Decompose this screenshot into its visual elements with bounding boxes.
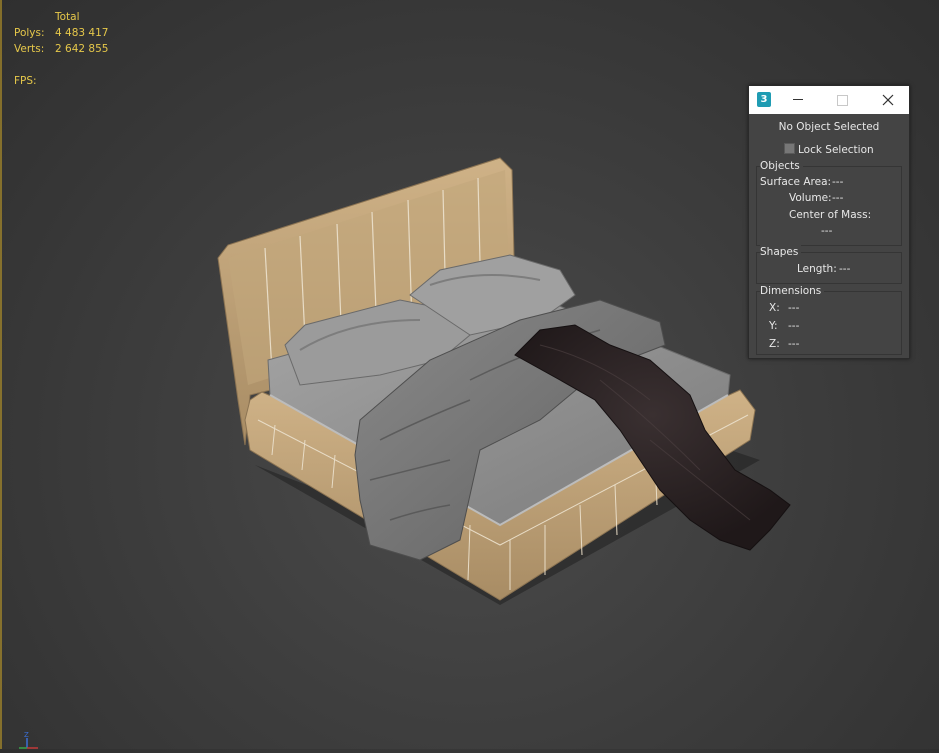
dialog-titlebar[interactable]: 3 xyxy=(749,86,909,114)
dim-x-value: --- xyxy=(788,302,800,314)
volume-value: --- xyxy=(832,192,844,204)
surface-area-label: Surface Area: xyxy=(760,176,832,188)
axis-tripod-icon: Z xyxy=(19,731,38,749)
dim-z-label: Z: xyxy=(769,338,780,350)
length-value: --- xyxy=(839,263,851,275)
center-of-mass-label: Center of Mass: xyxy=(789,209,872,221)
checkbox-box[interactable] xyxy=(784,143,795,154)
objects-group: Objects Surface Area: --- Volume: --- Ce… xyxy=(756,159,902,246)
close-button[interactable] xyxy=(873,86,903,114)
measure-dialog[interactable]: 3 No Object Selected Lock Selection Obje… xyxy=(748,85,910,359)
dimensions-group-title: Dimensions xyxy=(760,284,825,298)
length-label: Length: xyxy=(797,263,837,275)
center-of-mass-value: --- xyxy=(821,225,833,237)
minimize-icon xyxy=(793,99,803,100)
lock-selection-checkbox[interactable]: Lock Selection xyxy=(784,143,874,156)
lock-selection-label: Lock Selection xyxy=(798,144,874,156)
dim-y-label: Y: xyxy=(769,320,778,332)
dim-x-label: X: xyxy=(769,302,780,314)
selection-status: No Object Selected xyxy=(778,121,880,133)
dimensions-group: Dimensions X: --- Y: --- Z: --- xyxy=(756,284,902,355)
axis-z-label: Z xyxy=(24,731,29,739)
maximize-button[interactable] xyxy=(827,86,857,114)
axis-tripod: Z xyxy=(18,730,58,753)
maximize-icon xyxy=(837,95,848,106)
shapes-group-title: Shapes xyxy=(760,245,802,259)
dim-y-value: --- xyxy=(788,320,800,332)
surface-area-value: --- xyxy=(832,176,844,188)
objects-group-title: Objects xyxy=(760,159,803,173)
close-icon xyxy=(882,94,894,106)
app-icon: 3 xyxy=(757,92,771,107)
shapes-group: Shapes Length: --- xyxy=(756,245,902,284)
viewport[interactable]: Total Polys: 4 483 417 Verts: 2 642 855 … xyxy=(0,0,939,749)
dim-z-value: --- xyxy=(788,338,800,350)
minimize-button[interactable] xyxy=(783,86,813,114)
volume-label: Volume: xyxy=(789,192,832,204)
